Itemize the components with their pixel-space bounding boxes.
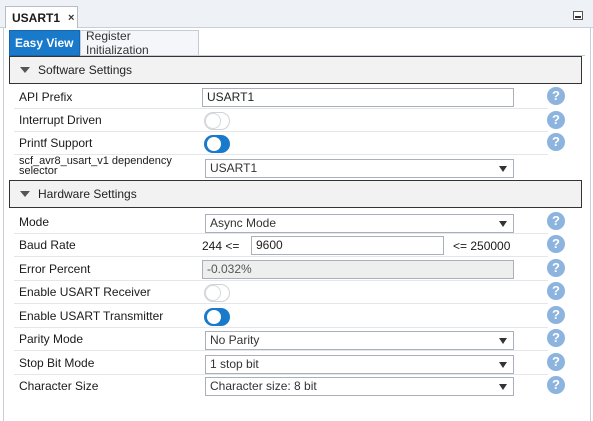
enable-receiver-toggle[interactable] <box>204 284 230 302</box>
collapse-triangle-icon <box>20 67 30 73</box>
enable-transmitter-label: Enable USART Transmitter <box>19 309 164 323</box>
row-character-size: Character Size Character size: 8 bit ? <box>14 376 582 398</box>
baud-rate-min: 244 <= <box>202 239 240 253</box>
help-icon[interactable]: ? <box>547 329 565 347</box>
hardware-settings-header[interactable]: Hardware Settings <box>9 180 582 208</box>
collapse-triangle-icon <box>20 191 30 197</box>
interrupt-driven-label: Interrupt Driven <box>19 113 102 127</box>
help-icon[interactable]: ? <box>547 235 565 253</box>
parity-mode-label: Parity Mode <box>19 332 84 346</box>
stop-bit-mode-label: Stop Bit Mode <box>19 356 95 370</box>
baud-rate-label: Baud Rate <box>19 238 76 252</box>
row-stop-bit-mode: Stop Bit Mode 1 stop bit ? <box>14 353 582 375</box>
printf-support-toggle[interactable] <box>204 135 230 153</box>
hardware-settings-title: Hardware Settings <box>38 187 137 201</box>
tab-register-initialization[interactable]: Register Initialization <box>80 29 199 57</box>
interrupt-driven-toggle[interactable] <box>204 112 230 130</box>
baud-rate-input[interactable]: 9600 <box>251 236 444 255</box>
row-baud-rate: Baud Rate 244 <= 9600 <= 250000 ? <box>14 235 582 257</box>
tab-usart1[interactable]: USART1 × <box>5 6 78 28</box>
row-error-percent: Error Percent -0.032% ? <box>14 259 582 281</box>
row-mode: Mode Async Mode ? <box>14 212 582 234</box>
chevron-down-icon <box>499 221 507 227</box>
configuration-panel: Easy View Register Initialization Softwa… <box>3 28 591 421</box>
help-icon[interactable]: ? <box>547 259 565 277</box>
parity-mode-value: No Parity <box>210 333 260 347</box>
character-size-dropdown[interactable]: Character size: 8 bit <box>205 377 514 396</box>
tab-usart1-label: USART1 <box>12 10 61 25</box>
help-icon[interactable]: ? <box>547 282 565 300</box>
error-percent-field: -0.032% <box>202 260 514 279</box>
help-icon[interactable]: ? <box>547 353 565 371</box>
baud-rate-max: <= 250000 <box>453 239 511 253</box>
chevron-down-icon <box>499 362 507 368</box>
mode-label: Mode <box>19 215 50 229</box>
close-icon[interactable]: × <box>68 12 74 24</box>
chevron-down-icon <box>499 166 507 172</box>
printf-support-label: Printf Support <box>19 136 93 150</box>
dependency-selector-value: USART1 <box>210 161 258 175</box>
error-percent-label: Error Percent <box>19 262 91 276</box>
row-api-prefix: API Prefix USART1 ? <box>14 87 582 109</box>
row-enable-receiver: Enable USART Receiver ? <box>14 282 582 304</box>
help-icon[interactable]: ? <box>547 133 565 151</box>
help-icon[interactable]: ? <box>547 212 565 230</box>
enable-transmitter-toggle[interactable] <box>204 308 230 326</box>
row-interrupt-driven: Interrupt Driven ? <box>14 110 582 132</box>
row-parity-mode: Parity Mode No Parity ? <box>14 329 582 351</box>
mode-value: Async Mode <box>210 216 277 230</box>
help-icon[interactable]: ? <box>547 87 565 105</box>
dependency-selector-dropdown[interactable]: USART1 <box>205 159 514 178</box>
minimize-icon[interactable] <box>573 11 583 20</box>
chevron-down-icon <box>499 384 507 390</box>
document-tab-bar: USART1 × <box>0 0 593 28</box>
api-prefix-label: API Prefix <box>19 90 73 104</box>
row-enable-transmitter: Enable USART Transmitter ? <box>14 306 582 328</box>
help-icon[interactable]: ? <box>547 376 565 394</box>
row-printf-support: Printf Support ? <box>14 133 582 155</box>
tab-easy-view[interactable]: Easy View <box>9 30 80 56</box>
software-settings-header[interactable]: Software Settings <box>9 56 582 84</box>
help-icon[interactable]: ? <box>547 306 565 324</box>
dependency-selector-label: scf_avr8_usart_v1 dependency selector <box>19 155 172 177</box>
stop-bit-mode-value: 1 stop bit <box>210 357 259 371</box>
software-settings-title: Software Settings <box>38 63 133 77</box>
parity-mode-dropdown[interactable]: No Parity <box>205 331 514 350</box>
row-dependency-selector: scf_avr8_usart_v1 dependency selector US… <box>14 156 582 178</box>
help-icon[interactable]: ? <box>547 111 565 129</box>
mode-dropdown[interactable]: Async Mode <box>205 214 514 233</box>
enable-receiver-label: Enable USART Receiver <box>19 285 151 299</box>
chevron-down-icon <box>499 338 507 344</box>
api-prefix-input[interactable]: USART1 <box>202 88 514 107</box>
character-size-value: Character size: 8 bit <box>210 379 317 393</box>
stop-bit-mode-dropdown[interactable]: 1 stop bit <box>205 355 514 374</box>
character-size-label: Character Size <box>19 379 99 393</box>
